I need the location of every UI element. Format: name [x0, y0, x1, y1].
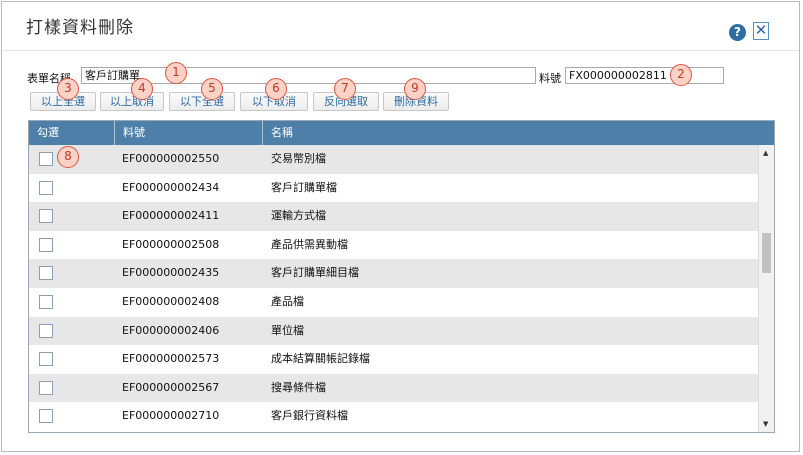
annotation-badge-3: 3 — [57, 78, 79, 100]
row-checkbox[interactable] — [39, 180, 53, 195]
annotation-badge-8: 9 — [404, 78, 426, 100]
row-checkbox[interactable] — [39, 237, 53, 252]
table-row[interactable]: EF000000002434 客戶訂購單檔 — [29, 173, 758, 203]
row-name: 客戶訂購單細目檔 — [271, 266, 359, 280]
table-row[interactable]: EF000000002406 單位檔 — [29, 316, 758, 346]
annotation-badge-5: 5 — [201, 78, 223, 100]
scrollbar-thumb[interactable] — [762, 233, 771, 273]
part-no-input[interactable]: FX000000002811 — [565, 67, 724, 84]
annotation-badge-6: 6 — [265, 78, 287, 100]
table-row[interactable]: EF000000002508 產品供需異動檔 — [29, 230, 758, 260]
row-part-no: EF000000002411 — [122, 209, 220, 223]
row-name: 客戶訂購單檔 — [271, 180, 337, 194]
row-checkbox[interactable] — [39, 380, 53, 395]
column-header-part-no[interactable]: 料號 — [115, 121, 263, 145]
data-grid: 勾選 料號 名稱 EF000000002550 交易幣別檔 EF0000000024… — [28, 120, 775, 433]
row-name: 運輸方式檔 — [271, 209, 326, 223]
annotation-badge-1: 1 — [165, 62, 187, 84]
row-name: 客戶銀行資料檔 — [271, 409, 348, 423]
column-header-select[interactable]: 勾選 — [29, 121, 115, 145]
row-part-no: EF000000002567 — [122, 380, 220, 394]
vertical-scrollbar[interactable]: ▲ ▼ — [758, 145, 774, 432]
annotation-badge-7: 7 — [334, 78, 356, 100]
row-part-no: EF000000002434 — [122, 180, 220, 194]
row-part-no: EF000000002710 — [122, 409, 220, 423]
table-row[interactable]: EF000000002550 交易幣別檔 — [29, 145, 758, 174]
part-no-label: 料號 — [539, 72, 561, 85]
table-row[interactable]: EF000000002435 客戶訂購單細目檔 — [29, 259, 758, 288]
grid-body: EF000000002550 交易幣別檔 EF000000002434 客戶訂購單檔 E… — [29, 145, 758, 432]
row-name: 產品檔 — [271, 295, 304, 308]
table-row[interactable]: EF000000002573 成本結算關帳記錄檔 — [29, 345, 758, 374]
row-checkbox[interactable] — [39, 209, 53, 224]
row-name: 交易幣別檔 — [271, 152, 326, 165]
dialog-title: 打樣資料刪除 — [26, 18, 134, 38]
row-checkbox[interactable] — [39, 409, 53, 424]
row-checkbox[interactable] — [39, 152, 53, 166]
row-name: 產品供需異動檔 — [271, 237, 348, 251]
annotation-badge-2: 2 — [670, 64, 692, 86]
title-divider — [2, 50, 799, 51]
row-name: 成本結算關帳記錄檔 — [271, 352, 370, 366]
close-icon[interactable]: ✕ — [753, 22, 769, 40]
help-icon[interactable]: ? — [729, 24, 746, 41]
row-part-no: EF000000002406 — [122, 323, 220, 337]
row-part-no: EF000000002435 — [122, 266, 220, 280]
row-part-no: EF000000002573 — [122, 352, 220, 366]
row-name: 單位檔 — [271, 323, 304, 337]
row-part-no: EF000000002408 — [122, 295, 220, 308]
table-row[interactable]: EF000000002710 客戶銀行資料檔 — [29, 402, 758, 431]
table-row[interactable]: EF000000002411 運輸方式檔 — [29, 202, 758, 231]
row-part-no: EF000000002508 — [122, 237, 220, 251]
row-checkbox[interactable] — [39, 295, 53, 309]
column-header-name[interactable]: 名稱 — [263, 121, 774, 145]
annotation-badge-4: 4 — [131, 78, 153, 100]
scroll-up-icon[interactable]: ▲ — [763, 149, 768, 157]
row-checkbox[interactable] — [39, 266, 53, 281]
row-part-no: EF000000002550 — [122, 152, 220, 165]
row-checkbox[interactable] — [39, 323, 53, 338]
grid-header: 勾選 料號 名稱 — [29, 121, 774, 145]
annotation-badge-9: 8 — [57, 146, 79, 168]
scroll-down-icon[interactable]: ▼ — [763, 420, 768, 428]
row-checkbox[interactable] — [39, 352, 53, 367]
table-row[interactable]: EF000000002567 搜尋條件檔 — [29, 373, 758, 403]
table-row[interactable]: EF000000002408 產品檔 — [29, 288, 758, 317]
row-name: 搜尋條件檔 — [271, 380, 326, 394]
